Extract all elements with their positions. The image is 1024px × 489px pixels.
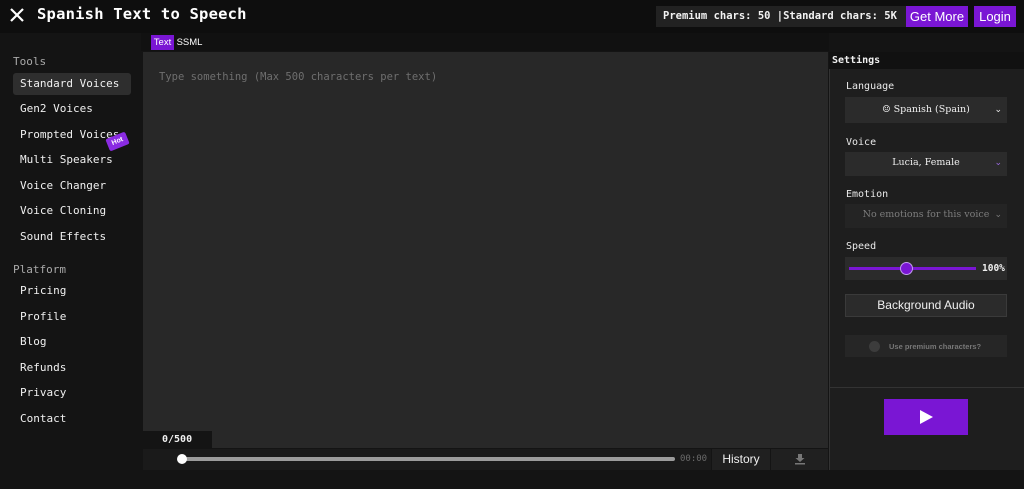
chevron-down-icon: ⌄ — [994, 158, 1002, 168]
progress-track[interactable] — [181, 457, 675, 461]
history-button[interactable]: History — [711, 449, 770, 470]
char-balance: Premium chars: 50 |Standard chars: 5K — [656, 6, 906, 27]
speed-value: 100% — [982, 263, 1005, 274]
tab-ssml[interactable]: SSML — [176, 35, 203, 50]
download-button[interactable] — [770, 449, 828, 470]
play-button[interactable] — [884, 399, 968, 435]
speed-label: Speed — [846, 241, 877, 252]
premium-label: Use premium characters? — [889, 342, 982, 351]
sidebar-item-contact[interactable]: Contact — [13, 408, 131, 430]
language-value: ☺ Spanish (Spain) — [882, 104, 970, 115]
play-icon — [920, 410, 933, 424]
emotion-select: No emotions for this voice ⌄ — [845, 204, 1007, 228]
sidebar-item-profile[interactable]: Profile — [13, 306, 131, 328]
sidebar-item-blog[interactable]: Blog — [13, 331, 131, 353]
bottom-strip — [0, 470, 1024, 489]
sidebar-item-sound-effects[interactable]: Sound Effects — [13, 226, 131, 248]
settings-title: Settings — [832, 55, 881, 66]
chevron-down-icon: ⌄ — [994, 105, 1002, 115]
sidebar-item-privacy[interactable]: Privacy — [13, 382, 131, 404]
chevron-down-icon: ⌄ — [994, 210, 1002, 220]
sidebar-item-refunds[interactable]: Refunds — [13, 357, 131, 379]
sidebar-item-pricing[interactable]: Pricing — [13, 280, 131, 302]
sidebar-item-voice-cloning[interactable]: Voice Cloning — [13, 200, 131, 222]
emotion-value: No emotions for this voice — [862, 209, 990, 220]
text-input[interactable] — [143, 52, 828, 448]
voice-select[interactable]: Lucia, Female ⌄ — [845, 152, 1007, 176]
speed-slider-handle[interactable] — [899, 262, 913, 275]
sidebar-item-voice-changer[interactable]: Voice Changer — [13, 175, 131, 197]
app-title: Spanish Text to Speech — [37, 5, 247, 23]
voice-label: Voice — [846, 137, 877, 148]
get-more-button[interactable]: Get More — [906, 6, 968, 27]
login-button[interactable]: Login — [974, 6, 1016, 27]
tab-bar — [141, 33, 829, 51]
background-audio-button[interactable]: Background Audio — [845, 294, 1007, 317]
voice-value: Lucia, Female — [892, 157, 960, 168]
premium-toggle[interactable] — [869, 341, 880, 352]
divider — [829, 387, 1024, 388]
language-select[interactable]: ☺ Spanish (Spain) ⌄ — [845, 97, 1007, 123]
emotion-label: Emotion — [846, 189, 889, 200]
text-editor-area — [143, 52, 828, 448]
progress-handle[interactable] — [177, 454, 187, 464]
platform-section-label: Platform — [13, 263, 66, 276]
sidebar-item-standard-voices[interactable]: Standard Voices — [13, 73, 131, 95]
tab-text[interactable]: Text — [151, 35, 174, 50]
sidebar-item-gen2-voices[interactable]: Gen2 Voices — [13, 98, 131, 120]
sidebar-item-multi-speakers[interactable]: Multi Speakers — [13, 149, 131, 171]
time-display: 00:00 — [680, 454, 708, 464]
char-counter: 0/500 — [143, 431, 212, 448]
language-label: Language — [846, 81, 895, 92]
download-icon — [795, 454, 805, 465]
close-icon[interactable] — [7, 5, 27, 25]
tools-section-label: Tools — [13, 55, 47, 68]
